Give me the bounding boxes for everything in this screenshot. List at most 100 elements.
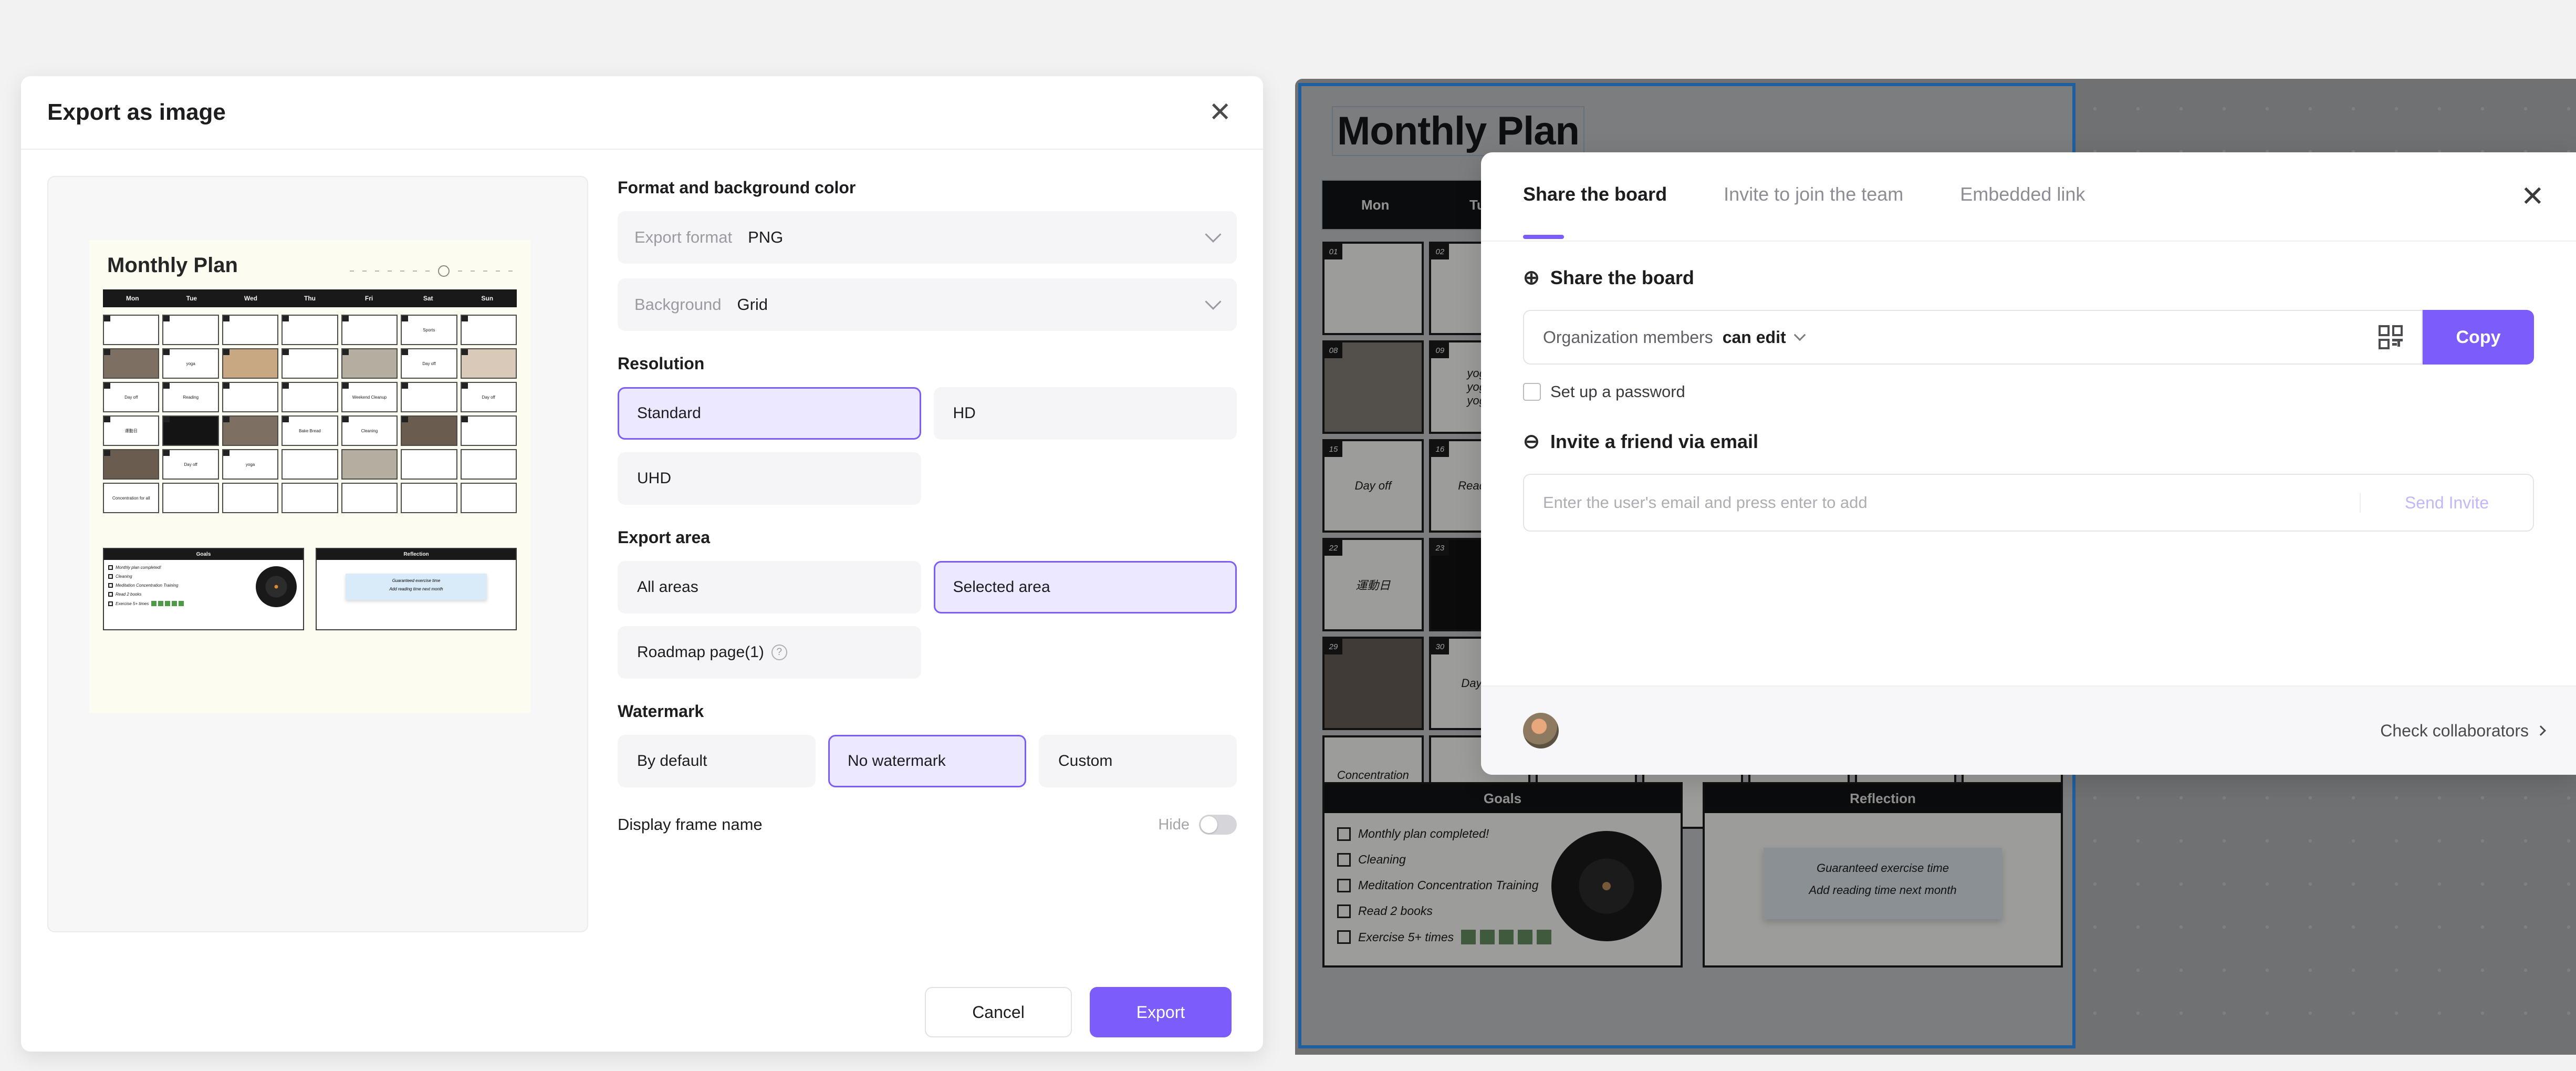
- preview-reflection-card: Reflection Guaranteed exercise time Add …: [316, 548, 517, 630]
- close-icon[interactable]: ✕: [1208, 99, 1232, 126]
- export-area-option-roadmap[interactable]: Roadmap page(1) ?: [618, 626, 921, 679]
- close-icon[interactable]: ✕: [2521, 182, 2544, 211]
- preview-calendar-cell: [281, 449, 338, 480]
- preview-calendar-cell: [401, 382, 457, 412]
- preview-calendar-cell: [162, 315, 219, 345]
- export-area-option-all[interactable]: All areas: [618, 561, 921, 614]
- resolution-option-group: Standard HD UHD: [618, 387, 1237, 505]
- preview-calendar-cell: [103, 348, 160, 379]
- option-label: Selected area: [953, 578, 1050, 596]
- check-collaborators-label: Check collaborators: [2380, 721, 2529, 740]
- preview-calendar-cell: Day off: [103, 382, 160, 412]
- calendar-cell[interactable]: 01: [1322, 242, 1424, 335]
- preview-day-header: Thu: [304, 295, 316, 302]
- preview-day-header: Sun: [481, 295, 494, 302]
- goal-checkbox[interactable]: [1337, 852, 1351, 867]
- reflection-sticky-note[interactable]: Guaranteed exercise time Add reading tim…: [1764, 848, 2002, 919]
- watermark-option-default[interactable]: By default: [618, 735, 816, 787]
- tab-embedded-link[interactable]: Embedded link: [1960, 183, 2085, 210]
- display-frame-name-row: Display frame name Hide: [618, 815, 1237, 835]
- tab-invite-to-join-the-team[interactable]: Invite to join the team: [1724, 183, 1903, 210]
- check-collaborators-link[interactable]: Check collaborators: [2380, 721, 2546, 741]
- export-area-option-selected[interactable]: Selected area: [933, 561, 1237, 614]
- goals-card[interactable]: Goals Monthly plan completed! Cleaning M…: [1322, 782, 1683, 968]
- preview-calendar-cell: [222, 315, 279, 345]
- resolution-option-uhd[interactable]: UHD: [618, 452, 921, 505]
- preview-calendar-cell: [162, 483, 219, 513]
- export-format-select[interactable]: Export format PNG: [618, 211, 1237, 264]
- tab-share-the-board[interactable]: Share the board: [1523, 183, 1667, 239]
- preview-calendar-cell: [401, 483, 457, 513]
- goal-label: Read 2 books: [1358, 904, 1433, 918]
- preview-month-selected: [438, 265, 450, 277]
- invite-email-row: Send Invite: [1523, 474, 2534, 532]
- preview-calendar-cell: [103, 315, 160, 345]
- option-label: No watermark: [848, 752, 946, 770]
- preview-calendar-cell: [460, 483, 517, 513]
- reflection-card-title: Reflection: [1705, 784, 2061, 813]
- share-section-heading: ⊕ Share the board: [1523, 267, 2534, 289]
- send-invite-button[interactable]: Send Invite: [2360, 493, 2533, 513]
- preview-calendar-cell: [162, 415, 219, 446]
- preview-goal-checks: [151, 601, 184, 606]
- preview-calendar-cell: [460, 348, 517, 379]
- reflection-line: Guaranteed exercise time: [1817, 861, 1949, 875]
- set-up-password-checkbox[interactable]: [1523, 383, 1541, 401]
- preview-calendar-cell: [281, 483, 338, 513]
- goal-checkbox[interactable]: [1337, 930, 1351, 944]
- invite-email-input[interactable]: [1524, 475, 2360, 531]
- share-panel-tabs: Share the board Invite to join the team …: [1481, 152, 2576, 242]
- display-frame-toggle[interactable]: [1199, 815, 1237, 835]
- preview-record-disc: [256, 566, 297, 607]
- question-mark-icon[interactable]: ?: [771, 644, 787, 660]
- watermark-option-none[interactable]: No watermark: [828, 735, 1026, 787]
- preview-goal-label: Exercise 5+ times: [116, 601, 149, 606]
- copy-button[interactable]: Copy: [2423, 310, 2534, 365]
- calendar-cell[interactable]: 22 運動日: [1322, 538, 1424, 631]
- calendar-cell[interactable]: 15 Day off: [1322, 439, 1424, 533]
- calendar-cell[interactable]: 08: [1322, 340, 1424, 434]
- export-format-label: Export format: [634, 228, 733, 246]
- share-panel-footer: Check collaborators: [1481, 685, 2576, 775]
- share-section-heading-label: Share the board: [1550, 267, 1694, 288]
- reflection-line: Add reading time next month: [1809, 883, 1957, 897]
- export-settings-pane: Format and background color Export forma…: [618, 176, 1237, 932]
- preview-reflection-title: Reflection: [317, 549, 516, 560]
- preview-day-header: Sat: [423, 295, 433, 302]
- goal-checkbox[interactable]: [1337, 878, 1351, 892]
- calendar-cell[interactable]: 29: [1322, 637, 1424, 730]
- set-up-password-row[interactable]: Set up a password: [1523, 382, 2534, 401]
- preview-calendar-cell: Day off: [460, 382, 517, 412]
- set-up-password-label: Set up a password: [1550, 382, 1685, 401]
- export-button[interactable]: Export: [1090, 987, 1232, 1037]
- preview-calendar-cell: [281, 315, 338, 345]
- preview-goal-label: Meditation Concentration Training: [116, 583, 179, 588]
- preview-day-header: Wed: [244, 295, 257, 302]
- preview-reflection-line: Guaranteed exercise time: [392, 578, 441, 583]
- board-title: Monthly Plan: [1332, 106, 1584, 156]
- goal-checkbox[interactable]: [1337, 827, 1351, 841]
- preview-calendar-cell: 運動日: [103, 415, 160, 446]
- background-select[interactable]: Background Grid: [618, 278, 1237, 331]
- toggle-knob: [1201, 816, 1217, 833]
- goal-label: Meditation Concentration Training: [1358, 878, 1539, 892]
- preview-board: Monthly Plan Mon Tue Wed Thu Fri Sat Sun…: [89, 240, 530, 713]
- invite-section-heading-label: Invite a friend via email: [1550, 431, 1759, 452]
- goal-checkbox[interactable]: [1337, 904, 1351, 918]
- qr-code-icon[interactable]: [2379, 325, 2403, 349]
- option-label: Roadmap page(1): [637, 643, 764, 661]
- reflection-card[interactable]: Reflection Guaranteed exercise time Add …: [1703, 782, 2063, 968]
- preview-calendar-cell: [341, 449, 398, 480]
- chevron-down-icon: [1205, 226, 1222, 243]
- resolution-option-hd[interactable]: HD: [933, 387, 1237, 440]
- preview-board-title: Monthly Plan: [107, 254, 238, 277]
- permission-select[interactable]: Organization members can edit: [1523, 310, 2423, 365]
- resolution-option-standard[interactable]: Standard: [618, 387, 921, 440]
- cancel-button[interactable]: Cancel: [925, 987, 1072, 1037]
- watermark-option-custom[interactable]: Custom: [1039, 735, 1237, 787]
- preview-calendar-cell: yoga: [222, 449, 279, 480]
- preview-day-header: Mon: [126, 295, 139, 302]
- option-label: HD: [953, 404, 976, 422]
- avatar[interactable]: [1523, 713, 1559, 748]
- envelope-icon: ⊖: [1523, 431, 1540, 453]
